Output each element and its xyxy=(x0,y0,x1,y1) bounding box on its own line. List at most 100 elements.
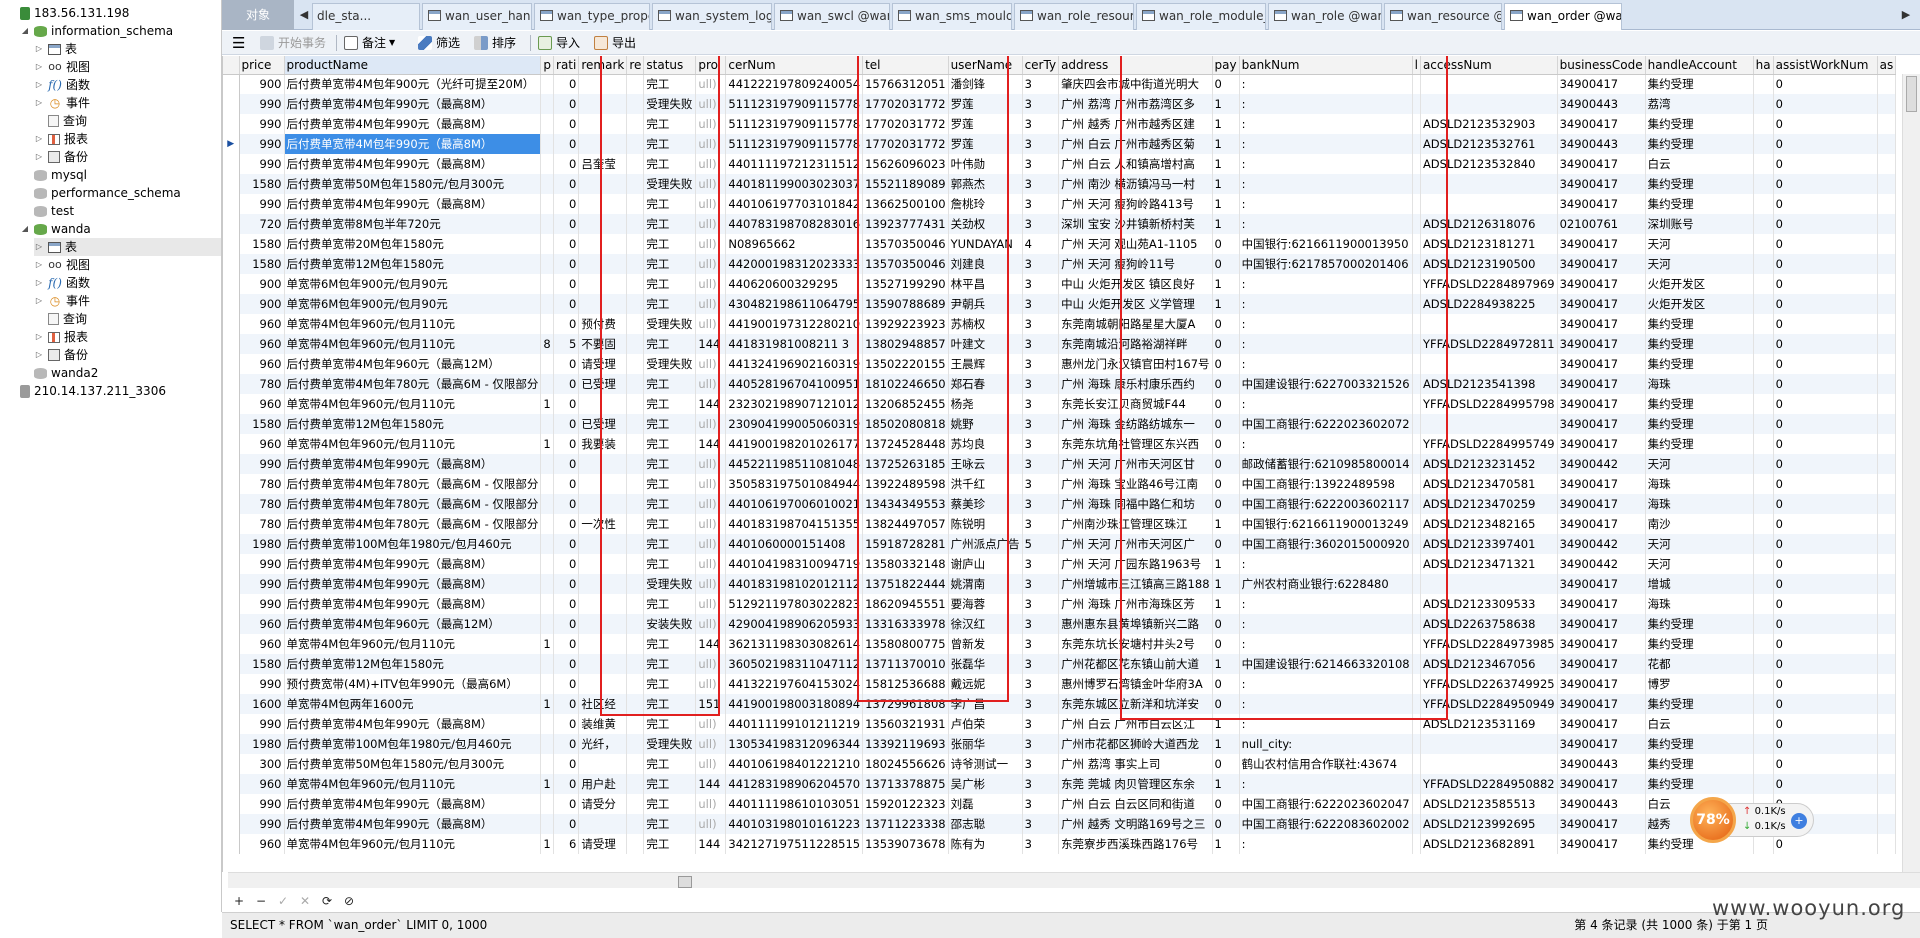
table-cell[interactable]: 完工 xyxy=(643,794,697,814)
table-cell[interactable] xyxy=(1753,594,1774,614)
table-cell[interactable] xyxy=(626,594,645,614)
table-cell[interactable]: 34900442 xyxy=(1557,534,1646,554)
table-cell[interactable]: : xyxy=(1239,714,1413,734)
table-cell[interactable] xyxy=(540,754,555,774)
table-cell[interactable]: ADSLD2123532903 xyxy=(1420,114,1558,134)
table-cell[interactable]: 0 xyxy=(1773,354,1878,374)
table-cell[interactable]: 花都 xyxy=(1645,654,1754,674)
table-cell[interactable]: 34900417 xyxy=(1557,334,1646,354)
table-cell[interactable]: 光纤， xyxy=(578,734,628,754)
row-indicator[interactable] xyxy=(223,314,240,334)
table-cell[interactable]: 已受理 xyxy=(578,374,628,394)
table-cell[interactable]: 3 xyxy=(1022,554,1060,574)
table-cell[interactable]: 完工 xyxy=(643,114,697,134)
table-cell[interactable]: ADSLD2284938225 xyxy=(1420,294,1558,314)
table-cell[interactable] xyxy=(1753,274,1774,294)
table-cell[interactable]: 张磊华 xyxy=(948,654,1023,674)
table-cell[interactable]: 3 xyxy=(1022,774,1060,794)
table-cell[interactable] xyxy=(626,354,645,374)
table-cell[interactable]: 后付费单宽带4M包年990元（最高8M） xyxy=(284,794,542,814)
table-cell[interactable] xyxy=(1420,754,1558,774)
table-cell[interactable]: 东莞东坑长安塘村井头2号 xyxy=(1058,634,1213,654)
sort-button[interactable]: 排序 xyxy=(474,33,516,53)
table-cell[interactable]: 13729961808 xyxy=(862,694,949,714)
expand-arrow-icon[interactable]: ▷ xyxy=(34,58,44,76)
table-cell[interactable]: 13711223338 xyxy=(862,814,949,834)
table-cell[interactable]: 960 xyxy=(239,354,285,374)
table-cell[interactable]: 0 xyxy=(1773,214,1878,234)
table-cell[interactable]: ull) xyxy=(695,234,727,254)
table-cell[interactable]: 受理失败 xyxy=(643,574,697,594)
table-cell[interactable]: 0 xyxy=(553,814,580,834)
table-cell[interactable]: 单宽带4M包年960元/包月110元 xyxy=(284,834,542,854)
table-cell[interactable]: 990 xyxy=(239,794,285,814)
table-cell[interactable]: 900 xyxy=(239,294,285,314)
document-tab[interactable]: wan_sms_mould @w... xyxy=(892,3,1012,30)
table-cell[interactable]: 34900417 xyxy=(1557,694,1646,714)
scrollbar-thumb[interactable] xyxy=(678,876,692,888)
table-cell[interactable]: 中国建设银行:6214663320108 xyxy=(1239,654,1413,674)
table-cell[interactable]: 0 xyxy=(553,674,580,694)
table-cell[interactable]: 0 xyxy=(1773,714,1878,734)
row-indicator[interactable] xyxy=(223,274,240,294)
table-cell[interactable]: 王咏云 xyxy=(948,454,1023,474)
table-cell[interactable]: 东莞东坑角社管理区东兴西 xyxy=(1058,434,1213,454)
table-cell[interactable]: 增城 xyxy=(1645,574,1754,594)
table-cell[interactable] xyxy=(1877,514,1897,534)
table-cell[interactable]: ull) xyxy=(695,114,727,134)
table-cell[interactable]: 990 xyxy=(239,814,285,834)
table-cell[interactable]: 13570350046 xyxy=(862,234,949,254)
table-cell[interactable]: 后付费单宽带4M包年990元（最高8M） xyxy=(284,94,542,114)
table-cell[interactable]: 440106198401221210 xyxy=(725,754,864,774)
column-header[interactable]: address xyxy=(1058,56,1213,75)
table-cell[interactable]: 0 xyxy=(1773,114,1878,134)
table-cell[interactable]: 完工 xyxy=(643,814,697,834)
row-indicator[interactable] xyxy=(223,614,240,634)
table-cell[interactable]: 中国建设银行:6227003321526 xyxy=(1239,374,1413,394)
table-row[interactable]: 990 预付费宽带(4M)+ITV包年990元（最高6M） 0 完工 ull) 44132… xyxy=(223,674,1897,694)
table-cell[interactable]: 0 xyxy=(1773,374,1878,394)
table-cell[interactable]: 13570350046 xyxy=(862,254,949,274)
table-cell[interactable] xyxy=(1877,334,1897,354)
table-cell[interactable]: 完工 xyxy=(643,674,697,694)
table-cell[interactable] xyxy=(1420,194,1558,214)
table-cell[interactable]: 集约受理 xyxy=(1645,394,1754,414)
table-cell[interactable]: 广州 海珠 宝业路46号江南 xyxy=(1058,474,1213,494)
table-cell[interactable]: ull) xyxy=(695,454,727,474)
table-cell[interactable]: 13662500100 xyxy=(862,194,949,214)
table-cell[interactable]: 0 xyxy=(553,794,580,814)
table-cell[interactable]: 3 xyxy=(1022,634,1060,654)
table-cell[interactable]: 叶建文 xyxy=(948,334,1023,354)
table-cell[interactable]: 0 xyxy=(553,534,580,554)
table-cell[interactable] xyxy=(626,794,645,814)
table-cell[interactable] xyxy=(626,414,645,434)
table-cell[interactable]: : xyxy=(1239,274,1413,294)
table-cell[interactable]: 天河 xyxy=(1645,254,1754,274)
table-cell[interactable]: 后付费单宽带8M包半年720元 xyxy=(284,214,542,234)
table-cell[interactable]: 完工 xyxy=(643,514,697,534)
table-cell[interactable]: 后付费单宽带100M包年1980元/包月460元 xyxy=(284,734,542,754)
table-cell[interactable] xyxy=(1412,94,1421,114)
table-cell[interactable] xyxy=(1877,834,1897,854)
table-cell[interactable]: 完工 xyxy=(643,594,697,614)
table-cell[interactable] xyxy=(1877,434,1897,454)
table-cell[interactable] xyxy=(540,214,555,234)
table-cell[interactable]: 960 xyxy=(239,334,285,354)
table-cell[interactable]: 0 xyxy=(1773,394,1878,414)
table-cell[interactable]: 3 xyxy=(1022,514,1060,534)
table-cell[interactable]: 3 xyxy=(1022,614,1060,634)
table-cell[interactable]: ADSLD2123532840 xyxy=(1420,154,1558,174)
table-cell[interactable]: 13539073678 xyxy=(862,834,949,854)
table-cell[interactable] xyxy=(1420,734,1558,754)
table-cell[interactable]: 天河 xyxy=(1645,554,1754,574)
table-cell[interactable]: 441222197809240054 xyxy=(725,74,864,94)
table-cell[interactable]: 34900417 xyxy=(1557,294,1646,314)
table-cell[interactable] xyxy=(578,814,628,834)
table-cell[interactable]: 吕奎莹 xyxy=(578,154,628,174)
row-indicator[interactable] xyxy=(223,734,240,754)
table-cell[interactable]: 完工 xyxy=(643,654,697,674)
document-tab[interactable]: wan_role_resource_m... xyxy=(1014,3,1134,30)
table-cell[interactable]: : xyxy=(1239,614,1413,634)
table-cell[interactable] xyxy=(1753,214,1774,234)
table-cell[interactable]: 广州 天河 瘦狗岭路413号 xyxy=(1058,194,1213,214)
